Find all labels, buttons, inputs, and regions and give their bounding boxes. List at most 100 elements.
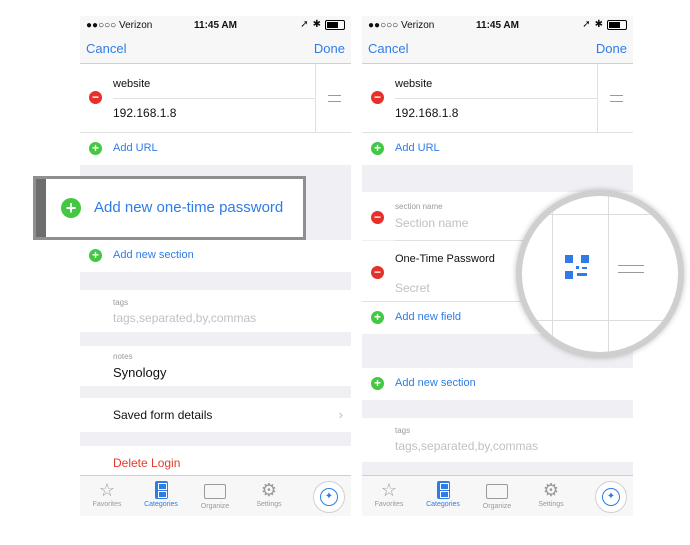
add-section-row[interactable]: + Add new section (80, 240, 351, 272)
add-url-label: Add URL (395, 142, 440, 154)
tab-bar: ☆ Favorites Categories Organize ⚙ Settin… (80, 475, 351, 516)
section-gap (80, 432, 351, 446)
notes-input[interactable]: Synology (113, 365, 166, 380)
tab-label: Favorites (92, 501, 122, 508)
divider (552, 196, 553, 352)
tags-input[interactable]: tags,separated,by,commas (395, 439, 538, 453)
saved-form-label: Saved form details (113, 408, 213, 422)
divider (597, 64, 598, 132)
star-icon: ☆ (98, 480, 116, 500)
add-url-label: Add URL (113, 142, 158, 154)
status-bar: ●●○○○ Verizon 11:45 AM ➚ ✱ (362, 16, 633, 36)
folder-icon (204, 484, 226, 499)
tab-label: Settings (256, 501, 282, 508)
tab-label: Organize (482, 503, 512, 510)
tags-row: tags tags,separated,by,commas (80, 290, 351, 332)
tab-organize[interactable]: Organize (188, 479, 242, 510)
divider (522, 320, 678, 321)
reorder-handle-icon[interactable] (610, 95, 623, 102)
status-bar: ●●○○○ Verizon 11:45 AM ➚ ✱ (80, 16, 351, 36)
add-icon: + (371, 142, 384, 155)
divider (395, 98, 597, 99)
system-icons: ➚ ✱ (300, 19, 345, 30)
add-field-label: Add new field (395, 311, 462, 323)
section-gap (80, 272, 351, 290)
add-icon: + (61, 198, 81, 218)
tab-label: Categories (426, 501, 460, 508)
left-screen: ●●○○○ Verizon 11:45 AM ➚ ✱ Cancel Done −… (80, 16, 351, 516)
tags-label: tags (395, 426, 411, 435)
bluetooth-icon: ✱ (312, 19, 321, 30)
bluetooth-icon: ✱ (594, 19, 603, 30)
section-gap (80, 386, 351, 398)
notes-label: notes (113, 352, 133, 361)
tab-categories[interactable]: Categories (416, 479, 470, 508)
done-button[interactable]: Done (596, 41, 627, 56)
website-input[interactable]: 192.168.1.8 (395, 106, 458, 120)
star-icon: ☆ (380, 480, 398, 500)
saved-form-row[interactable]: Saved form details › (80, 398, 351, 432)
add-otp-callout[interactable]: + Add new one-time password (33, 176, 306, 240)
divider (608, 196, 609, 352)
website-row: − website 192.168.1.8 (80, 64, 351, 132)
battery-icon (325, 19, 345, 30)
section-gap (80, 332, 351, 346)
qr-code-icon[interactable] (565, 255, 589, 279)
tab-favorites[interactable]: ☆ Favorites (362, 479, 416, 508)
battery-icon (607, 19, 627, 30)
tab-settings[interactable]: ⚙ Settings (242, 479, 296, 508)
add-section-label: Add new section (113, 249, 194, 261)
website-input[interactable]: 192.168.1.8 (113, 106, 176, 120)
delete-section-icon[interactable]: − (371, 211, 384, 224)
add-url-row[interactable]: + Add URL (362, 133, 633, 165)
cancel-button[interactable]: Cancel (86, 41, 126, 56)
tab-bar: ☆ Favorites Categories Organize ⚙ Settin… (362, 475, 633, 516)
done-button[interactable]: Done (314, 41, 345, 56)
website-label: website (113, 78, 151, 90)
gear-icon: ⚙ (260, 480, 278, 500)
cancel-button[interactable]: Cancel (368, 41, 408, 56)
nav-bar: Cancel Done (80, 36, 351, 64)
tab-label: Favorites (374, 501, 404, 508)
system-icons: ➚ ✱ (582, 19, 627, 30)
section-gap (362, 165, 633, 192)
lock-button[interactable]: ✦ (313, 481, 345, 513)
add-url-row[interactable]: + Add URL (80, 133, 351, 165)
gear-icon: ⚙ (542, 480, 560, 500)
add-icon: + (371, 377, 384, 390)
tags-label: tags (113, 298, 129, 307)
delete-login-button[interactable]: Delete Login (113, 456, 180, 470)
notes-row: notes Synology (80, 346, 351, 386)
tab-label: Organize (200, 503, 230, 510)
tab-categories[interactable]: Categories (134, 479, 188, 508)
section-name-label: section name (395, 202, 443, 211)
tags-row: tags tags,separated,by,commas (362, 418, 633, 462)
categories-icon (436, 481, 450, 499)
delete-login-row[interactable]: Delete Login (80, 446, 351, 478)
tags-input[interactable]: tags,separated,by,commas (113, 311, 256, 325)
otp-label: One-Time Password (395, 253, 495, 265)
lock-icon: ✦ (320, 488, 338, 506)
website-row: − website 192.168.1.8 (362, 64, 633, 132)
qr-magnifier (516, 190, 684, 358)
lock-icon: ✦ (602, 488, 620, 506)
folder-icon (486, 484, 508, 499)
reorder-handle-icon (618, 265, 644, 273)
divider (315, 64, 316, 132)
tab-organize[interactable]: Organize (470, 479, 524, 510)
delete-field-icon[interactable]: − (371, 91, 384, 104)
add-icon: + (89, 249, 102, 262)
categories-icon (154, 481, 168, 499)
tab-settings[interactable]: ⚙ Settings (524, 479, 578, 508)
delete-field-icon[interactable]: − (371, 266, 384, 279)
lock-button[interactable]: ✦ (595, 481, 627, 513)
delete-field-icon[interactable]: − (89, 91, 102, 104)
divider (113, 98, 315, 99)
divider (522, 214, 678, 215)
reorder-handle-icon[interactable] (328, 95, 341, 102)
add-section-row[interactable]: + Add new section (362, 368, 633, 400)
location-icon: ➚ (582, 19, 591, 30)
section-name-input[interactable]: Section name (395, 216, 468, 230)
otp-secret-input[interactable]: Secret (395, 281, 430, 295)
tab-favorites[interactable]: ☆ Favorites (80, 479, 134, 508)
